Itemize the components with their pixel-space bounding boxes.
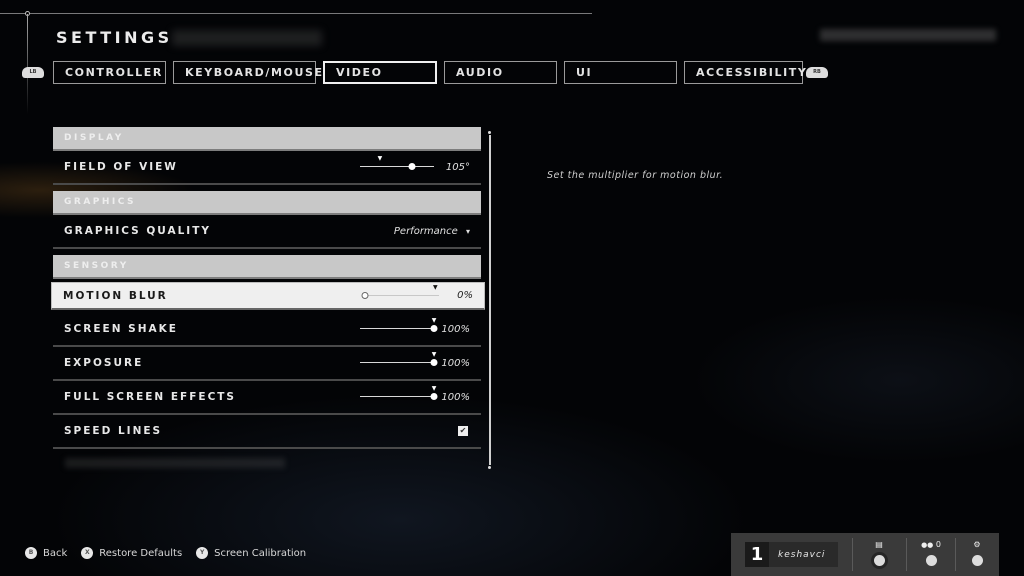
- tab-accessibility[interactable]: ACCESSIBILITY: [684, 61, 806, 84]
- restore-defaults-label: Restore Defaults: [99, 547, 183, 559]
- setting-value: 100%: [441, 357, 470, 369]
- setting-label: SCREEN SHAKE: [64, 323, 178, 335]
- graphics-quality-dropdown[interactable]: Performance ▾: [394, 226, 470, 237]
- menu-button[interactable]: ⚙: [962, 540, 992, 566]
- slider-knob[interactable]: [361, 291, 369, 299]
- tab-audio[interactable]: AUDIO: [444, 61, 557, 84]
- scrollbar[interactable]: [488, 131, 491, 469]
- blurred-account-info: [820, 29, 996, 41]
- back-button[interactable]: B Back: [25, 547, 67, 559]
- slider-track: [360, 362, 434, 363]
- setting-label: FIELD OF VIEW: [64, 161, 178, 173]
- player-card[interactable]: 1 keshavci: [745, 542, 838, 567]
- speed-lines-checkbox[interactable]: ✔: [458, 426, 468, 436]
- slider-track: [365, 294, 439, 296]
- scroll-down-icon[interactable]: [488, 466, 491, 469]
- left-frame-line: [27, 14, 28, 114]
- dropdown-value: Performance: [393, 225, 458, 237]
- top-frame-line: [0, 13, 592, 14]
- screen-calibration-button[interactable]: Y Screen Calibration: [196, 547, 306, 559]
- setting-label: FULL SCREEN EFFECTS: [64, 391, 236, 403]
- dock-divider: [955, 538, 956, 571]
- screen-calibration-label: Screen Calibration: [214, 547, 307, 559]
- scroll-up-icon[interactable]: [488, 131, 491, 134]
- setting-description: Set the multiplier for motion blur.: [547, 170, 724, 181]
- setting-label: EXPOSURE: [64, 357, 144, 369]
- default-marker-icon: ▼: [377, 155, 383, 162]
- y-button-icon: Y: [196, 547, 209, 559]
- default-marker-icon: ▼: [431, 317, 437, 324]
- setting-screen-shake[interactable]: SCREEN SHAKE ▼ 100%: [53, 313, 481, 347]
- slider-knob[interactable]: [430, 393, 438, 400]
- screen-shake-slider[interactable]: ▼: [360, 317, 438, 334]
- friends-indicator: ●● 0: [916, 540, 946, 552]
- tab-ui[interactable]: UI: [564, 61, 677, 84]
- setting-full-screen-effects[interactable]: FULL SCREEN EFFECTS ▼ 100%: [53, 381, 481, 415]
- slider-track: [360, 328, 434, 329]
- dock-divider: [906, 538, 907, 571]
- tab-bar: CONTROLLER KEYBOARD/MOUSE VIDEO AUDIO UI…: [53, 61, 806, 84]
- player-number: 1: [745, 542, 769, 567]
- full-screen-effects-slider[interactable]: ▼: [360, 385, 438, 402]
- setting-value: 0%: [457, 290, 473, 301]
- setting-motion-blur[interactable]: MOTION BLUR ▼ 0%: [51, 282, 485, 310]
- b-button-icon: B: [25, 547, 37, 559]
- setting-value: 105°: [445, 161, 470, 173]
- friends-button-glyph-icon: [925, 555, 937, 566]
- chevron-down-icon: ▾: [465, 226, 470, 236]
- blurred-text: [65, 458, 285, 468]
- setting-graphics-quality[interactable]: GRAPHICS QUALITY Performance ▾: [53, 215, 481, 249]
- restore-defaults-button[interactable]: X Restore Defaults: [81, 547, 182, 559]
- setting-value: 100%: [441, 391, 470, 403]
- chat-button[interactable]: ▤: [864, 540, 894, 566]
- chat-icon: ▤: [875, 540, 883, 549]
- gear-icon: ⚙: [973, 540, 981, 549]
- page-title: SETTINGS: [56, 28, 173, 47]
- slider-track: [360, 166, 434, 167]
- setting-value: 100%: [441, 323, 470, 335]
- x-button-icon: X: [81, 547, 94, 559]
- friends-icon: ●●: [921, 541, 934, 549]
- default-marker-icon: ▼: [432, 283, 438, 291]
- default-marker-icon: ▼: [431, 385, 437, 392]
- setting-label: GRAPHICS QUALITY: [64, 225, 211, 237]
- setting-label: SPEED LINES: [64, 425, 163, 437]
- menu-button-glyph-icon: [971, 555, 983, 566]
- chat-button-glyph-icon: [873, 555, 885, 566]
- section-header-display: DISPLAY: [53, 127, 481, 151]
- dock-divider: [852, 538, 853, 571]
- tab-video[interactable]: VIDEO: [323, 61, 437, 84]
- scrollbar-thumb[interactable]: [489, 135, 491, 465]
- setting-field-of-view[interactable]: FIELD OF VIEW ▼ 105°: [53, 151, 481, 185]
- back-label: Back: [43, 547, 68, 559]
- blurred-subtitle: [172, 30, 322, 46]
- left-bumper-icon[interactable]: LB: [22, 67, 44, 78]
- section-header-graphics: GRAPHICS: [53, 191, 481, 215]
- tab-keyboard-mouse[interactable]: KEYBOARD/MOUSE: [173, 61, 322, 84]
- player-dock: 1 keshavci ▤ ●● 0 ⚙: [731, 533, 999, 576]
- setting-speed-lines[interactable]: SPEED LINES ✔: [53, 415, 481, 449]
- setting-exposure[interactable]: EXPOSURE ▼ 100%: [53, 347, 481, 381]
- friends-button[interactable]: ●● 0: [916, 540, 946, 566]
- default-marker-icon: ▼: [431, 351, 437, 358]
- slider-track: [360, 396, 434, 397]
- player-gamertag: keshavci: [778, 549, 826, 560]
- slider-knob[interactable]: [430, 325, 438, 332]
- footer-hints: B Back X Restore Defaults Y Screen Calib…: [25, 547, 306, 559]
- motion-blur-slider[interactable]: ▼: [361, 284, 439, 301]
- setting-label: MOTION BLUR: [63, 289, 168, 302]
- field-of-view-slider[interactable]: ▼: [360, 155, 434, 172]
- tab-controller[interactable]: CONTROLLER: [53, 61, 166, 84]
- slider-knob[interactable]: [430, 359, 438, 366]
- friends-count: 0: [935, 540, 941, 549]
- right-bumper-icon[interactable]: RB: [806, 67, 828, 78]
- exposure-slider[interactable]: ▼: [360, 351, 438, 368]
- section-header-sensory: SENSORY: [53, 255, 481, 279]
- settings-list: DISPLAY FIELD OF VIEW ▼ 105° GRAPHICS GR…: [51, 127, 485, 449]
- slider-knob[interactable]: [408, 163, 416, 170]
